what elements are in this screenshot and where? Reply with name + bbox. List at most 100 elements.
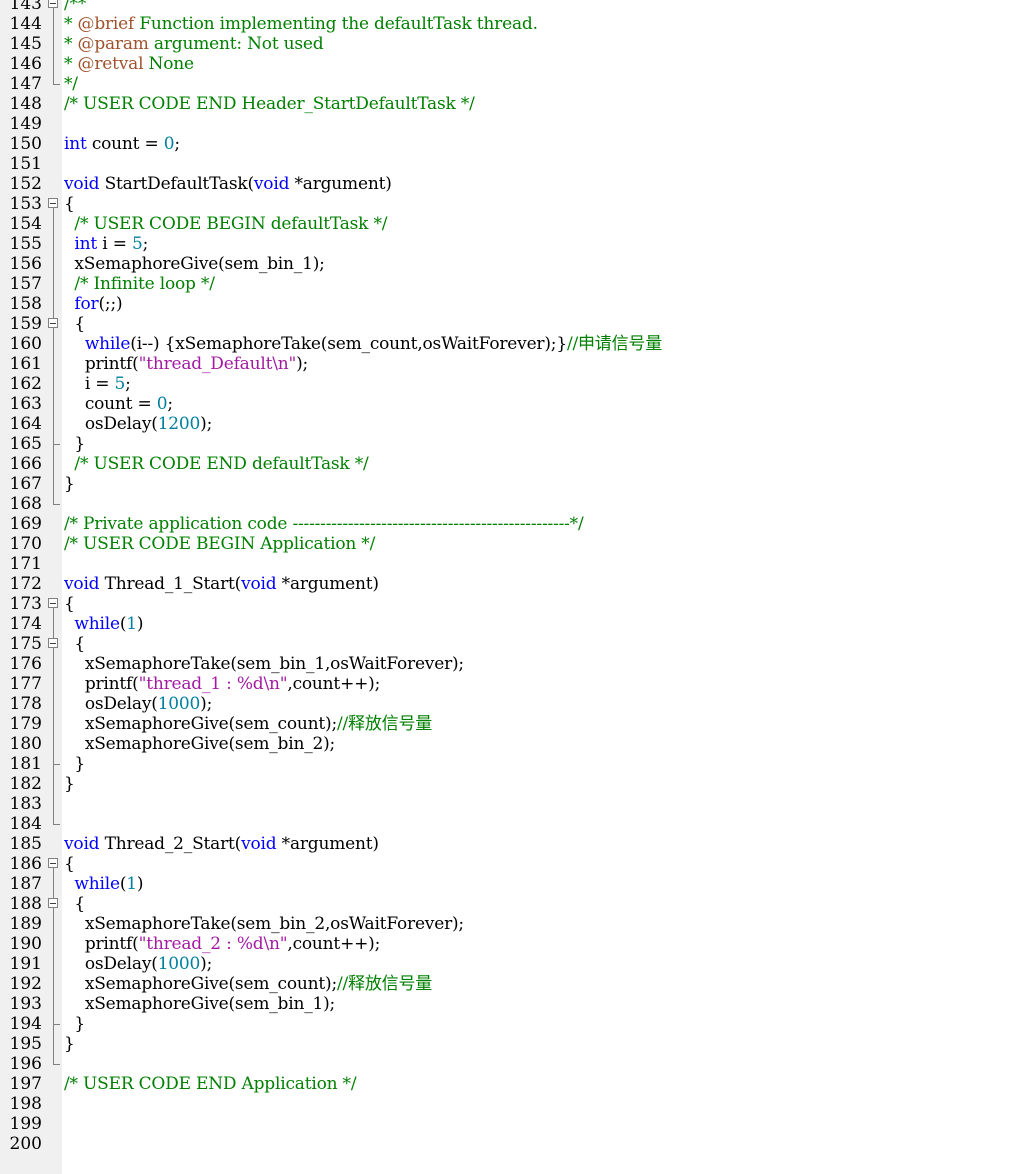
code-text[interactable]: */ — [64, 74, 78, 94]
code-text[interactable]: { — [64, 194, 75, 214]
code-line[interactable]: 176 xSemaphoreTake(sem_bin_1,osWaitForev… — [0, 654, 1030, 674]
code-text[interactable]: /* USER CODE END Application */ — [64, 1074, 357, 1094]
code-text[interactable]: for(;;) — [64, 294, 122, 314]
code-line[interactable]: 143 /** — [0, 0, 1030, 14]
code-text[interactable]: { — [64, 894, 85, 914]
code-line[interactable]: 171 — [0, 554, 1030, 574]
code-line[interactable]: 196 — [0, 1054, 1030, 1074]
code-line[interactable]: 168 — [0, 494, 1030, 514]
code-line[interactable]: 199 — [0, 1114, 1030, 1134]
code-text[interactable]: } — [64, 474, 75, 494]
code-text[interactable]: xSemaphoreGive(sem_count);//释放信号量 — [64, 714, 432, 734]
code-text[interactable]: void Thread_1_Start(void *argument) — [64, 574, 379, 594]
fold-collapse-icon[interactable] — [48, 894, 62, 914]
code-text[interactable]: int i = 5; — [64, 234, 148, 254]
code-text[interactable]: while(1) — [64, 874, 143, 894]
code-line[interactable]: 188 { — [0, 894, 1030, 914]
code-text[interactable]: /** — [64, 0, 86, 14]
code-line[interactable]: 195} — [0, 1034, 1030, 1054]
code-text[interactable]: * @brief Function implementing the defau… — [64, 14, 538, 34]
code-line[interactable]: 151 — [0, 154, 1030, 174]
code-line[interactable]: 200 — [0, 1134, 1030, 1154]
code-text[interactable]: /* USER CODE END Header_StartDefaultTask… — [64, 94, 475, 114]
fold-collapse-icon[interactable] — [48, 314, 62, 334]
code-text[interactable]: printf("thread_2 : %d\n",count++); — [64, 934, 381, 954]
code-line[interactable]: 152 void StartDefaultTask(void *argument) — [0, 174, 1030, 194]
code-line[interactable]: 177 printf("thread_1 : %d\n",count++); — [0, 674, 1030, 694]
code-line[interactable]: 159 { — [0, 314, 1030, 334]
fold-collapse-icon[interactable] — [48, 0, 62, 14]
code-text[interactable]: /* USER CODE BEGIN defaultTask */ — [64, 214, 387, 234]
code-line[interactable]: 182} — [0, 774, 1030, 794]
code-line[interactable]: 190 printf("thread_2 : %d\n",count++); — [0, 934, 1030, 954]
code-line[interactable]: 144 * @brief Function implementing the de… — [0, 14, 1030, 34]
code-text[interactable]: /* USER CODE END defaultTask */ — [64, 454, 368, 474]
code-line[interactable]: 175 { — [0, 634, 1030, 654]
code-line[interactable]: 161 printf("thread_Default\n"); — [0, 354, 1030, 374]
code-text[interactable]: { — [64, 854, 75, 874]
code-line[interactable]: 186 { — [0, 854, 1030, 874]
code-text[interactable]: xSemaphoreTake(sem_bin_2,osWaitForever); — [64, 914, 464, 934]
code-text[interactable]: } — [64, 774, 75, 794]
code-text[interactable]: /* Private application code ------------… — [64, 514, 584, 534]
code-text[interactable]: void StartDefaultTask(void *argument) — [64, 174, 392, 194]
code-line[interactable]: 153 { — [0, 194, 1030, 214]
code-text[interactable]: xSemaphoreTake(sem_bin_1,osWaitForever); — [64, 654, 464, 674]
code-line[interactable]: 194 } — [0, 1014, 1030, 1034]
fold-collapse-icon[interactable] — [48, 854, 62, 874]
code-line[interactable]: 191 osDelay(1000); — [0, 954, 1030, 974]
code-line[interactable]: 145 * @param argument: Not used — [0, 34, 1030, 54]
code-text[interactable]: osDelay(1000); — [64, 694, 213, 714]
code-line[interactable]: 147 */ — [0, 74, 1030, 94]
code-text[interactable]: { — [64, 634, 85, 654]
code-editor[interactable]: 143 /** 144 * @brief Function implementing … — [0, 0, 1030, 1174]
code-text[interactable]: void Thread_2_Start(void *argument) — [64, 834, 379, 854]
code-text[interactable]: } — [64, 1014, 85, 1034]
fold-collapse-icon[interactable] — [48, 594, 62, 614]
code-line[interactable]: 184 — [0, 814, 1030, 834]
code-line[interactable]: 155 int i = 5; — [0, 234, 1030, 254]
code-text[interactable]: { — [64, 314, 85, 334]
code-line[interactable]: 179 xSemaphoreGive(sem_count);//释放信号量 — [0, 714, 1030, 734]
code-text[interactable]: } — [64, 1034, 75, 1054]
code-text[interactable]: xSemaphoreGive(sem_bin_1); — [64, 994, 335, 1014]
code-line[interactable]: 156 xSemaphoreGive(sem_bin_1); — [0, 254, 1030, 274]
code-line[interactable]: 169 /* Private application code ---------… — [0, 514, 1030, 534]
code-line[interactable]: 178 osDelay(1000); — [0, 694, 1030, 714]
code-line[interactable]: 163 count = 0; — [0, 394, 1030, 414]
code-text[interactable]: { — [64, 594, 75, 614]
code-line[interactable]: 173 { — [0, 594, 1030, 614]
code-line[interactable]: 166 /* USER CODE END defaultTask */ — [0, 454, 1030, 474]
fold-collapse-icon[interactable] — [48, 194, 62, 214]
code-line[interactable]: 160 while(i--) {xSemaphoreTake(sem_count… — [0, 334, 1030, 354]
code-text[interactable]: xSemaphoreGive(sem_bin_2); — [64, 734, 335, 754]
code-text[interactable]: osDelay(1200); — [64, 414, 213, 434]
code-text[interactable]: xSemaphoreGive(sem_bin_1); — [64, 254, 324, 274]
code-line[interactable]: 149 — [0, 114, 1030, 134]
code-line[interactable]: 187 while(1) — [0, 874, 1030, 894]
code-text[interactable]: /* USER CODE BEGIN Application */ — [64, 534, 375, 554]
code-line[interactable]: 189 xSemaphoreTake(sem_bin_2,osWaitForev… — [0, 914, 1030, 934]
code-text[interactable]: i = 5; — [64, 374, 131, 394]
code-line[interactable]: 146 * @retval None — [0, 54, 1030, 74]
code-line[interactable]: 157 /* Infinite loop */ — [0, 274, 1030, 294]
code-text[interactable]: while(1) — [64, 614, 143, 634]
code-line[interactable]: 170 /* USER CODE BEGIN Application */ — [0, 534, 1030, 554]
code-line[interactable]: 154 /* USER CODE BEGIN defaultTask */ — [0, 214, 1030, 234]
code-line[interactable]: 148 /* USER CODE END Header_StartDefaultT… — [0, 94, 1030, 114]
code-line[interactable]: 158 for(;;) — [0, 294, 1030, 314]
code-line[interactable]: 150 int count = 0; — [0, 134, 1030, 154]
code-text[interactable]: int count = 0; — [64, 134, 180, 154]
code-line[interactable]: 183 — [0, 794, 1030, 814]
code-text[interactable]: /* Infinite loop */ — [64, 274, 215, 294]
code-line[interactable]: 198 — [0, 1094, 1030, 1114]
code-line[interactable]: 180 xSemaphoreGive(sem_bin_2); — [0, 734, 1030, 754]
code-text[interactable]: * @param argument: Not used — [64, 34, 324, 54]
code-line[interactable]: 167} — [0, 474, 1030, 494]
code-text[interactable]: * @retval None — [64, 54, 194, 74]
code-line[interactable]: 181 } — [0, 754, 1030, 774]
code-line[interactable]: 185 void Thread_2_Start(void *argument) — [0, 834, 1030, 854]
code-text[interactable]: } — [64, 754, 85, 774]
code-line[interactable]: 165 } — [0, 434, 1030, 454]
code-line[interactable]: 192 xSemaphoreGive(sem_count);//释放信号量 — [0, 974, 1030, 994]
